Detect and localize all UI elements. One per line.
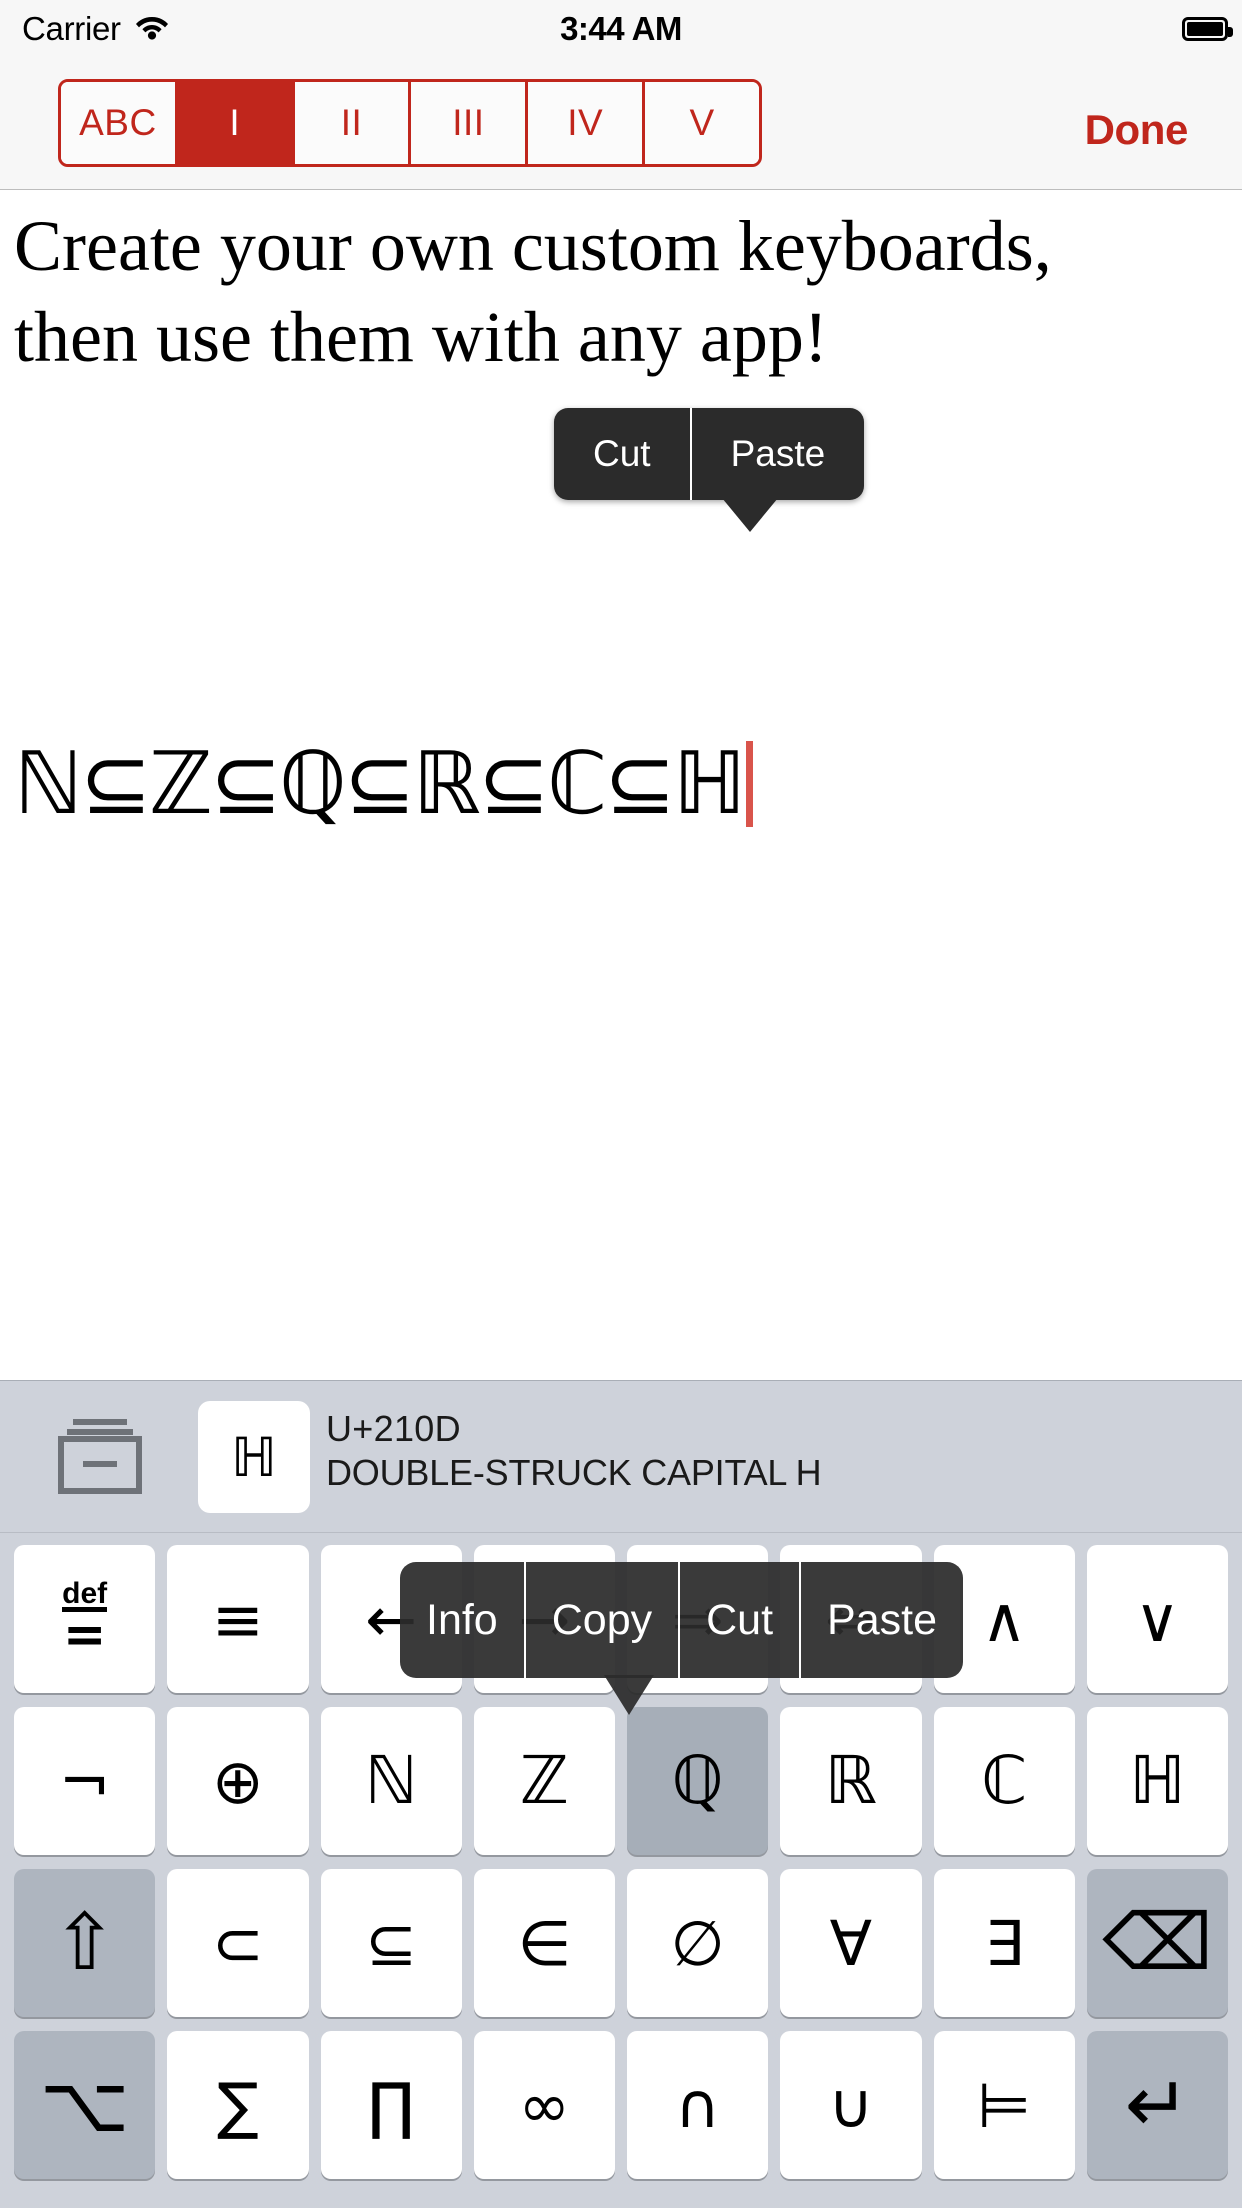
keyboard-menu-item-copy[interactable]: Copy: [526, 1562, 681, 1678]
segment-ii[interactable]: II: [294, 82, 412, 164]
character-unicode-name: DOUBLE-STRUCK CAPITAL H: [326, 1452, 822, 1493]
keyboard-row-3: ⇧ ⊂ ⊆ ∈ ∅ ∀ ∃ ⌫: [0, 1864, 1242, 2026]
custom-keyboard[interactable]: ℍ U+210D DOUBLE-STRUCK CAPITAL H def=≡←→…: [0, 1380, 1242, 2208]
key-identical-to[interactable]: ≡: [167, 1545, 309, 1693]
math-symbol-line: ℕ⊆ℤ⊆ℚ⊆ℝ⊆ℂ⊆ℍ: [14, 734, 754, 834]
key-not-sign[interactable]: ¬: [14, 1707, 156, 1855]
key-empty-set[interactable]: ∅: [627, 1869, 769, 2017]
key-shift[interactable]: ⇧: [14, 1869, 156, 2017]
keyboard-menu-item-paste[interactable]: Paste: [801, 1562, 963, 1678]
segment-iii[interactable]: III: [411, 82, 529, 164]
key-double-struck-c[interactable]: ℂ: [933, 1707, 1075, 1855]
key-there-exists[interactable]: ∃: [933, 1869, 1075, 2017]
segment-abc[interactable]: ABC: [61, 82, 178, 164]
key-n-ary-summation[interactable]: ∑: [167, 2031, 309, 2179]
battery-full-icon: [1182, 17, 1233, 41]
key-true-models[interactable]: ⊨: [933, 2031, 1075, 2179]
keyboard-row-4: ⌥ ∑ ∏ ∞ ∩ ∪ ⊨ ↵: [0, 2026, 1242, 2188]
card-deck-icon[interactable]: [55, 1413, 145, 1495]
document-body-text: Create your own custom keyboards, then u…: [14, 206, 1052, 377]
key-union[interactable]: ∪: [780, 2031, 922, 2179]
key-infinity[interactable]: ∞: [473, 2031, 615, 2179]
key-for-all[interactable]: ∀: [780, 1869, 922, 2017]
key-double-struck-r[interactable]: ℝ: [780, 1707, 922, 1855]
key-element-of[interactable]: ∈: [473, 1869, 615, 2017]
key-double-struck-q[interactable]: ℚ: [627, 1707, 769, 1855]
keyboard-menu-item-cut[interactable]: Cut: [680, 1562, 802, 1678]
done-button[interactable]: Done: [1085, 106, 1189, 154]
segment-v[interactable]: V: [645, 82, 759, 164]
keyboard-header-bar: ℍ U+210D DOUBLE-STRUCK CAPITAL H: [0, 1381, 1242, 1533]
segment-iv[interactable]: IV: [528, 82, 646, 164]
key-logical-or[interactable]: ∨: [1086, 1545, 1228, 1693]
character-code-point: U+210D: [326, 1408, 461, 1449]
key-subset-of-or-equal-to[interactable]: ⊆: [320, 1869, 462, 2017]
keyboard-action-callout[interactable]: Info Copy Cut Paste: [400, 1562, 964, 1678]
character-preview-info: U+210D DOUBLE-STRUCK CAPITAL H: [326, 1407, 822, 1495]
clock-label: 3:44 AM: [560, 10, 682, 47]
status-bar-center: 3:44 AM: [0, 0, 1242, 58]
key-circled-plus[interactable]: ⊕: [167, 1707, 309, 1855]
character-preview-key: ℍ: [198, 1401, 310, 1513]
key-double-struck-n[interactable]: ℕ: [320, 1707, 462, 1855]
key-double-struck-h[interactable]: ℍ: [1086, 1707, 1228, 1855]
keyboard-page-segmented-control[interactable]: ABC I II III IV V: [58, 79, 762, 167]
keyboard-row-2: ¬ ⊕ ℕ ℤ ℚ ℝ ℂ ℍ: [0, 1702, 1242, 1864]
key-subset-of[interactable]: ⊂: [167, 1869, 309, 2017]
keyboard-menu-item-info[interactable]: Info: [400, 1562, 526, 1678]
edit-menu-item-paste[interactable]: Paste: [692, 408, 865, 500]
math-symbol-text: ℕ⊆ℤ⊆ℚ⊆ℝ⊆ℂ⊆ℍ: [14, 736, 746, 832]
key-double-struck-z[interactable]: ℤ: [473, 1707, 615, 1855]
key-option[interactable]: ⌥: [14, 2031, 156, 2179]
edit-menu-callout-arrow: [722, 498, 778, 532]
key-backspace[interactable]: ⌫: [1086, 1869, 1228, 2017]
key-n-ary-product[interactable]: ∏: [320, 2031, 462, 2179]
segment-i[interactable]: I: [177, 82, 295, 164]
edit-menu-item-cut[interactable]: Cut: [554, 408, 692, 500]
status-bar-right: [1182, 0, 1233, 58]
key-intersection[interactable]: ∩: [627, 2031, 769, 2179]
text-caret: [746, 741, 754, 827]
key-def-equals[interactable]: def =: [14, 1545, 156, 1693]
status-bar: Carrier 3:44 AM: [0, 0, 1242, 58]
keyboard-action-callout-arrow: [604, 1675, 654, 1715]
edit-menu-callout[interactable]: Cut Paste: [554, 408, 865, 500]
navigation-bar: ABC I II III IV V Done: [0, 58, 1242, 190]
text-editor-area[interactable]: Create your own custom keyboards, then u…: [0, 191, 1242, 1371]
key-return[interactable]: ↵: [1086, 2031, 1228, 2179]
